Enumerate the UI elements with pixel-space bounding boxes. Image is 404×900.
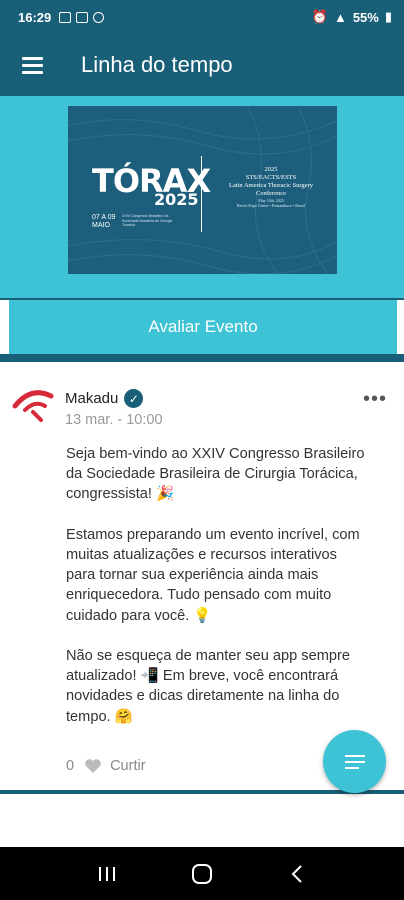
like-count: 0 [66, 758, 75, 774]
gallery-icon [59, 11, 72, 23]
banner-right-line2: Latin America Thoracic Surgery [228, 182, 314, 189]
verified-icon: ✓ [124, 389, 144, 408]
battery-icon: ▮ [384, 9, 392, 24]
timeline-post: Makadu ✓ 13 mar. - 10:00 ••• Seja bem-vi… [0, 362, 404, 790]
post-paragraph: Não se esqueça de manter seu app sempre … [66, 648, 350, 725]
back-icon[interactable] [277, 854, 317, 894]
hamburger-icon[interactable] [0, 34, 64, 96]
banner-date-line1: 07 A 09 [92, 214, 116, 221]
post-date: 13 mar. - 10:00 [65, 412, 163, 428]
banner-right: 2025 STS/EACTS/ESTS Latin America Thorac… [212, 166, 330, 208]
recent-apps-icon[interactable] [87, 854, 127, 894]
page-title: Linha do tempo [81, 52, 233, 77]
banner-right-line1: STS/EACTS/ESTS [245, 174, 297, 181]
banner-date-line2: MAIO [92, 222, 110, 229]
status-bar: 16:29 ⏰ ▲ 55% ▮ [0, 0, 404, 34]
status-right: ⏰ ▲ 55% ▮ [312, 9, 392, 25]
alarm-icon: ⏰ [311, 9, 328, 24]
post-body: Seja bem-vindo ao XXIV Congresso Brasile… [66, 444, 366, 747]
author-name: Makadu [65, 390, 119, 407]
section-divider [0, 354, 404, 362]
message-icon [76, 11, 89, 23]
home-icon[interactable] [182, 854, 222, 894]
heart-icon [85, 759, 101, 773]
post-paragraph: Seja bem-vindo ao XXIV Congresso Brasile… [66, 446, 365, 503]
event-banner[interactable]: TÓRAX 2025 07 A 09 MAIO XXIV Congresso B… [68, 106, 337, 274]
like-label: Curtir [110, 758, 146, 774]
banner-divider [201, 156, 202, 232]
sync-icon [93, 11, 105, 23]
banner-right-year: 2025 [264, 166, 278, 173]
post-actions: 0 Curtir [66, 758, 146, 774]
battery-level: 55% [352, 9, 379, 25]
post-paragraph: Estamos preparando um evento incrível, c… [66, 526, 360, 624]
banner-small-text: XXIV Congresso Brasileiro da Sociedade B… [122, 214, 173, 227]
system-nav-bar [0, 847, 404, 900]
app-bar: Linha do tempo [0, 34, 404, 96]
makadu-logo-avatar [12, 390, 54, 422]
filter-fab-button[interactable] [323, 730, 386, 793]
like-button[interactable]: Curtir [84, 758, 146, 774]
evaluate-event-button[interactable]: Avaliar Evento [9, 300, 397, 354]
banner-area: TÓRAX 2025 07 A 09 MAIO XXIV Congresso B… [0, 96, 404, 298]
banner-year: 2025 [154, 190, 199, 209]
banner-right-line3: Conference [256, 190, 286, 197]
status-time: 16:29 [18, 9, 52, 25]
post-author[interactable]: Makadu ✓ [65, 389, 144, 408]
notification-icons [59, 11, 105, 23]
more-options-icon[interactable]: ••• [363, 388, 387, 411]
banner-right-place: Recife Expo Center • Pernambuco • Brazil [236, 203, 306, 208]
signal-icon: ▲ [333, 9, 347, 25]
banner-date: 07 A 09 MAIO [92, 214, 115, 230]
